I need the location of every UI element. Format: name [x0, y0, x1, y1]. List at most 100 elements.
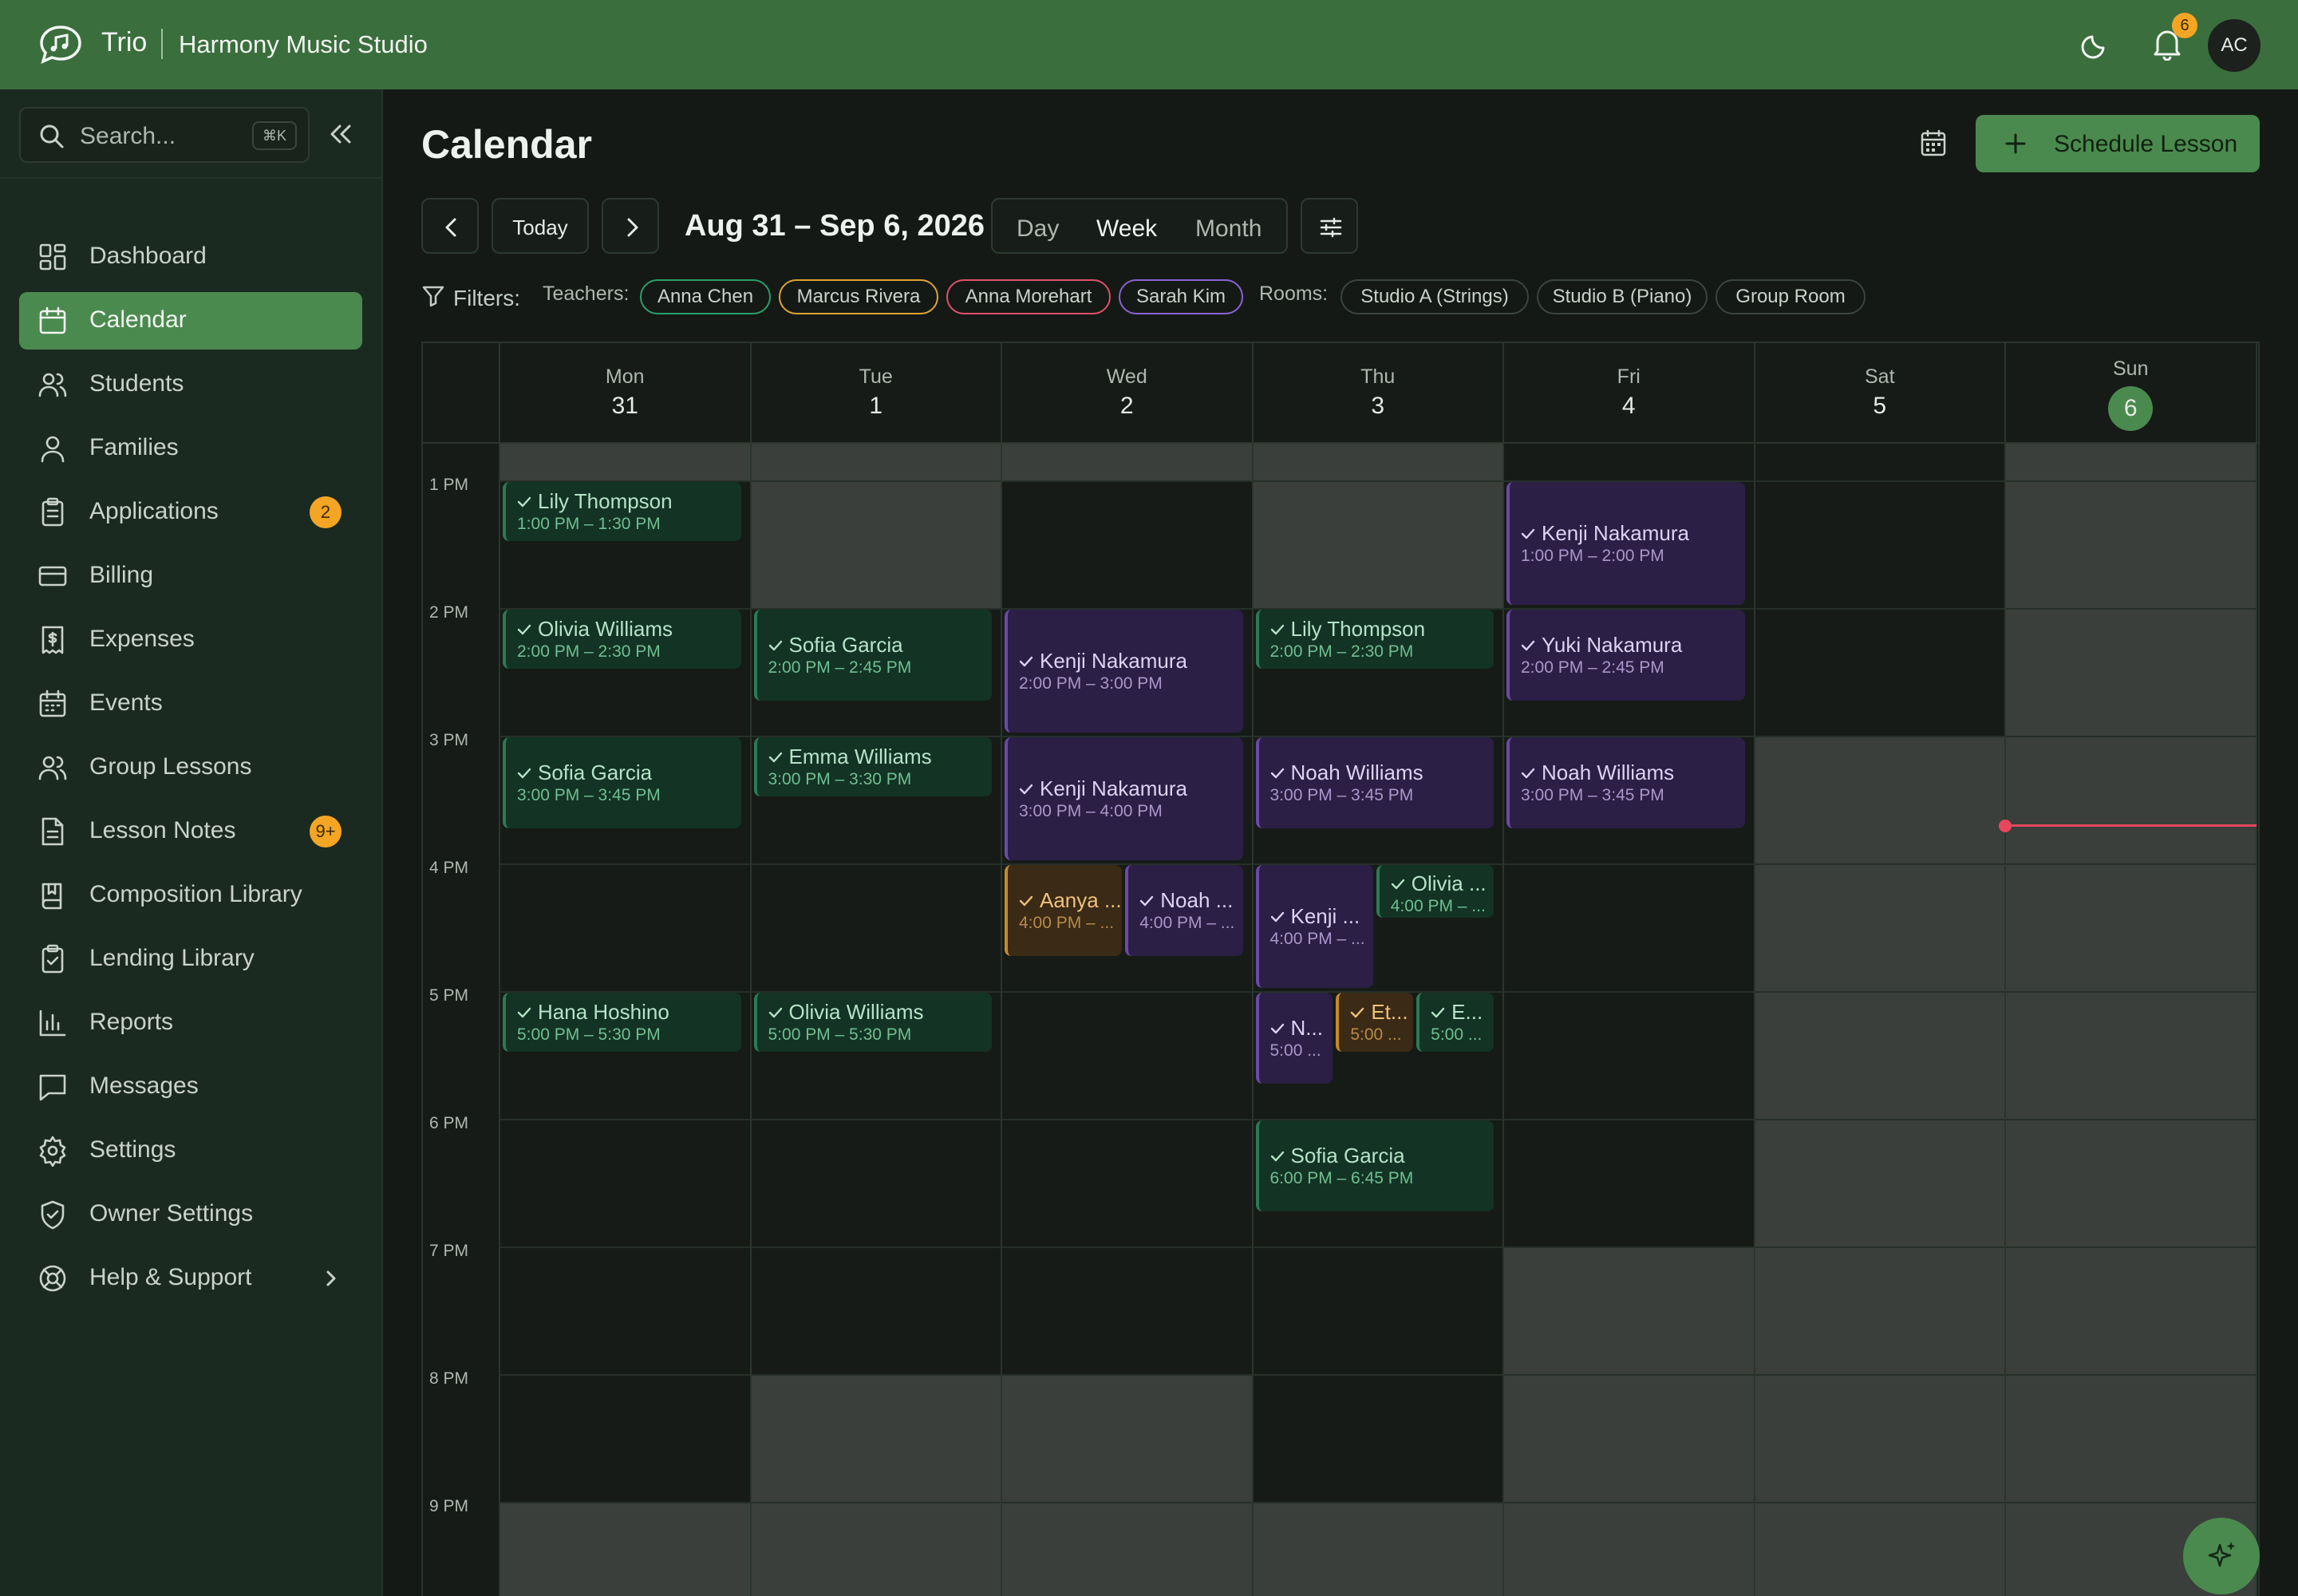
sidebar-item-help-support[interactable]: Help & Support: [19, 1250, 362, 1307]
room-chip-studio-a[interactable]: Studio A (Strings): [1340, 279, 1529, 314]
logo-chat-music-icon[interactable]: [38, 24, 83, 65]
unavailable-block: [1252, 442, 1503, 608]
event-time: 2:00 PM – 3:00 PM: [1019, 674, 1163, 693]
teacher-chip-marcus-rivera[interactable]: Marcus Rivera: [779, 279, 938, 314]
collapse-sidebar-icon[interactable]: [324, 120, 356, 148]
lesson-event[interactable]: Aanya ... 4:00 PM – ...: [1005, 865, 1123, 956]
sidebar-item-messages[interactable]: Messages: [19, 1058, 362, 1116]
lesson-event[interactable]: Lily Thompson 1:00 PM – 1:30 PM: [503, 482, 741, 541]
day-header-thu[interactable]: Thu 3: [1253, 343, 1504, 442]
sidebar-item-calendar[interactable]: Calendar: [19, 292, 362, 350]
day-date: 4: [1621, 393, 1636, 419]
lesson-event[interactable]: Olivia Williams 5:00 PM – 5:30 PM: [753, 993, 992, 1052]
hour-gridline: [499, 863, 2257, 865]
lesson-event[interactable]: Sofia Garcia 6:00 PM – 6:45 PM: [1255, 1120, 1494, 1211]
lesson-event[interactable]: Et... 5:00 ...: [1336, 993, 1414, 1052]
sidebar-item-label: Expenses: [89, 626, 195, 652]
lesson-event[interactable]: Yuki Nakamura 2:00 PM – 2:45 PM: [1506, 610, 1745, 701]
day-header-tue[interactable]: Tue 1: [751, 343, 1002, 442]
organization-name: Harmony Music Studio: [179, 30, 428, 58]
event-title-text: Aanya ...: [1040, 888, 1122, 912]
calendar-icon: [37, 305, 69, 337]
sidebar-item-settings[interactable]: Settings: [19, 1122, 362, 1179]
view-month-tab[interactable]: Month: [1195, 215, 1262, 243]
sidebar-item-lending-library[interactable]: Lending Library: [19, 930, 362, 988]
user-avatar[interactable]: AC: [2208, 19, 2260, 72]
search-box[interactable]: Search... ⌘K: [19, 107, 310, 163]
day-header-sat[interactable]: Sat 5: [1755, 343, 2006, 442]
event-title-text: Hana Hoshino: [538, 1000, 669, 1024]
lesson-event[interactable]: Sofia Garcia 3:00 PM – 3:45 PM: [503, 737, 741, 828]
day-name: Sat: [1864, 365, 1895, 388]
schedule-lesson-label: Schedule Lesson: [2054, 131, 2238, 157]
search-input[interactable]: Search...: [80, 123, 176, 150]
sidebar-item-events[interactable]: Events: [19, 675, 362, 733]
hour-label: 7 PM: [429, 1242, 469, 1260]
moon-icon[interactable]: [2081, 30, 2110, 59]
teacher-chip-anna-morehart[interactable]: Anna Morehart: [946, 279, 1111, 314]
check-icon: [1270, 768, 1284, 779]
hour-gridline: [499, 1374, 2257, 1376]
lesson-event[interactable]: Noah ... 4:00 PM – ...: [1125, 865, 1243, 956]
lesson-event[interactable]: N... 5:00 ...: [1255, 993, 1333, 1084]
sidebar-item-billing[interactable]: Billing: [19, 547, 362, 605]
lesson-event[interactable]: Emma Williams 3:00 PM – 3:30 PM: [753, 737, 992, 796]
unavailable-block: [1503, 1246, 1755, 1596]
calendar-picker-icon[interactable]: [1913, 128, 1953, 161]
sidebar-item-label: Lesson Notes: [89, 817, 236, 843]
previous-week-button[interactable]: [421, 198, 479, 254]
lesson-event[interactable]: Olivia Williams 2:00 PM – 2:30 PM: [503, 610, 741, 669]
sidebar-item-group-lessons[interactable]: Group Lessons: [19, 739, 362, 796]
sidebar-item-families[interactable]: Families: [19, 420, 362, 477]
event-time: 3:00 PM – 3:45 PM: [1521, 786, 1664, 804]
sidebar-item-applications[interactable]: Applications 2: [19, 484, 362, 541]
event-title-text: Olivia Williams: [788, 1000, 924, 1024]
hour-gridline: [499, 1246, 2257, 1248]
week-calendar: 1 PM 2 PM 3 PM 4 PM 5 PM 6 PM 7 PM 8 PM 9 PM Mon 3…: [421, 342, 2260, 1596]
lesson-event[interactable]: Sofia Garcia 2:00 PM – 2:45 PM: [753, 610, 992, 701]
sidebar-item-owner-settings[interactable]: Owner Settings: [19, 1186, 362, 1243]
sidebar-item-students[interactable]: Students: [19, 356, 362, 413]
sidebar-item-composition-library[interactable]: Composition Library: [19, 867, 362, 924]
check-icon: [517, 624, 531, 635]
lesson-event[interactable]: Olivia ... 4:00 PM – ...: [1376, 865, 1494, 918]
lesson-event[interactable]: E... 5:00 ...: [1416, 993, 1494, 1052]
sidebar: Search... ⌘K Dashboard Calendar Students Fa…: [0, 89, 383, 1596]
sliders-icon: [1320, 217, 1342, 238]
lesson-event[interactable]: Kenji Nakamura 1:00 PM – 2:00 PM: [1506, 482, 1745, 605]
sidebar-item-reports[interactable]: Reports: [19, 994, 362, 1052]
schedule-lesson-button[interactable]: Schedule Lesson: [1976, 115, 2260, 172]
view-day-tab[interactable]: Day: [1017, 215, 1059, 243]
day-header-mon[interactable]: Mon 31: [499, 343, 751, 442]
lesson-event[interactable]: Kenji Nakamura 2:00 PM – 3:00 PM: [1005, 610, 1243, 733]
day-header-fri[interactable]: Fri 4: [1503, 343, 1755, 442]
event-title: Kenji Nakamura: [1019, 776, 1187, 801]
room-chip-studio-b[interactable]: Studio B (Piano): [1537, 279, 1708, 314]
ai-assistant-button[interactable]: [2183, 1518, 2260, 1594]
day-column-divider: [2255, 343, 2257, 1596]
lesson-event[interactable]: Noah Williams 3:00 PM – 3:45 PM: [1255, 737, 1494, 828]
teacher-chip-anna-chen[interactable]: Anna Chen: [640, 279, 771, 314]
sidebar-item-expenses[interactable]: Expenses: [19, 611, 362, 669]
lesson-event[interactable]: Kenji ... 4:00 PM – ...: [1255, 865, 1373, 988]
check-icon: [1140, 895, 1154, 907]
day-header-sun[interactable]: Sun 6: [2005, 343, 2257, 442]
teacher-chip-sarah-kim[interactable]: Sarah Kim: [1119, 279, 1243, 314]
lesson-event[interactable]: Lily Thompson 2:00 PM – 2:30 PM: [1255, 610, 1494, 669]
sidebar-item-dashboard[interactable]: Dashboard: [19, 228, 362, 286]
event-time: 5:00 ...: [1350, 1025, 1402, 1044]
lesson-event[interactable]: Hana Hoshino 5:00 PM – 5:30 PM: [503, 993, 741, 1052]
lesson-event[interactable]: Kenji Nakamura 3:00 PM – 4:00 PM: [1005, 737, 1243, 860]
date-range-label: Aug 31 – Sep 6, 2026: [685, 209, 985, 243]
sidebar-item-label: Families: [89, 434, 179, 460]
check-icon: [768, 752, 782, 763]
view-week-tab[interactable]: Week: [1096, 215, 1157, 243]
event-title-text: Lily Thompson: [538, 489, 673, 513]
today-button[interactable]: Today: [492, 198, 589, 254]
calendar-settings-button[interactable]: [1301, 198, 1358, 254]
lesson-event[interactable]: Noah Williams 3:00 PM – 3:45 PM: [1506, 737, 1745, 828]
day-header-wed[interactable]: Wed 2: [1001, 343, 1253, 442]
sidebar-item-lesson-notes[interactable]: Lesson Notes 9+: [19, 803, 362, 860]
next-week-button[interactable]: [602, 198, 659, 254]
room-chip-group-room[interactable]: Group Room: [1716, 279, 1866, 314]
